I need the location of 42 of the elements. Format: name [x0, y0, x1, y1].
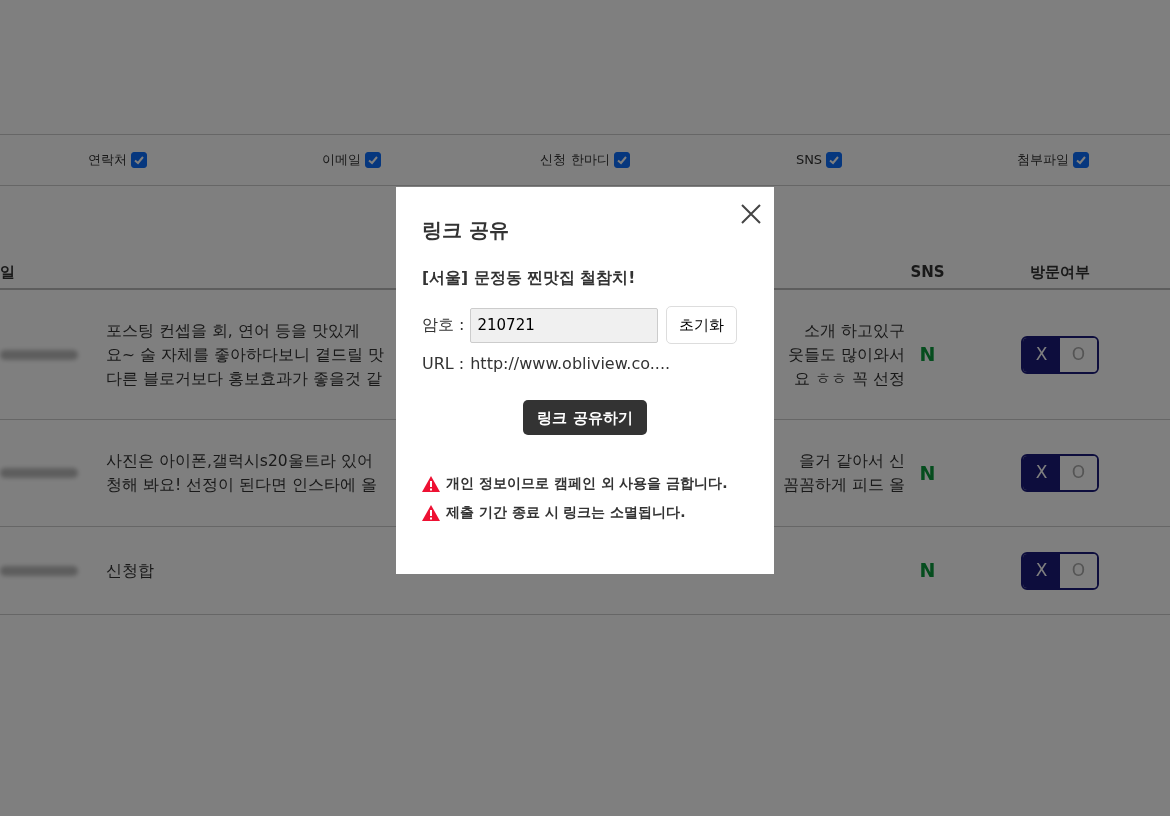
comment-text: 을거 같아서 신: [798, 451, 905, 472]
url-text: http://www.obliview.co....: [470, 353, 671, 376]
url-label: URL :: [422, 353, 465, 376]
warning-text: 제출 기간 종료 시 링크는 소멸됩니다.: [446, 503, 686, 523]
toggle-option[interactable]: X: [1023, 456, 1060, 490]
checkbox[interactable]: [826, 152, 843, 168]
comment-text: 요 ㅎㅎ 꼭 선정: [793, 368, 905, 390]
campaign-title: [서울] 문정동 찐맛집 철참치!: [422, 268, 637, 289]
filter-label: SNS: [795, 151, 823, 170]
checkbox[interactable]: [364, 152, 381, 168]
filter-label: 첨부파일: [1017, 151, 1069, 170]
comment-text: 소개 하고있구: [803, 320, 905, 342]
comment-text: 웃들도 많이와서: [788, 344, 905, 366]
column-header: SNS: [910, 262, 945, 281]
sns-icon: N: [919, 559, 936, 582]
comment-text: 사진은 아이폰,갤럭시s20울트라 있어: [106, 451, 374, 472]
reset-button[interactable]: 초기화: [666, 306, 738, 345]
filter-label: 이메일: [321, 151, 361, 170]
comment-text: 다른 블로거보다 홍보효과가 좋을것 같: [106, 368, 383, 390]
comment-text: 요~ 술 자체를 좋아하다보니 곁드릴 맛: [106, 344, 384, 366]
warning-icon: [422, 504, 440, 521]
toggle-option[interactable]: X: [1023, 553, 1060, 588]
password-label: 암호 :: [422, 314, 465, 337]
share-link-button[interactable]: 링크 공유하기: [523, 400, 647, 436]
column-header: 방문여부: [1030, 261, 1090, 283]
password-field[interactable]: 210721: [470, 307, 659, 343]
checkbox[interactable]: [130, 152, 147, 168]
warning-icon: [422, 475, 440, 492]
comment-text: 신청합: [106, 560, 154, 582]
sns-icon: N: [919, 343, 936, 366]
filter-label: 연락처: [87, 151, 127, 170]
comment-text: 포스팅 컨셉을 회, 연어 등을 맛있게: [106, 320, 361, 342]
toggle-option[interactable]: X: [1023, 337, 1060, 372]
filter-label: 신청 한마디: [540, 151, 610, 170]
comment-text: 청해 봐요! 선정이 된다면 인스타에 올: [106, 475, 377, 496]
checkbox[interactable]: [613, 152, 630, 168]
warning-text: 개인 정보이므로 캠페인 외 사용을 금합니다.: [446, 474, 728, 494]
sns-icon: N: [919, 461, 936, 484]
checkbox[interactable]: [1073, 152, 1089, 168]
column-header: 일: [0, 261, 15, 283]
dialog-title: 링크 공유: [422, 217, 510, 244]
comment-text: 꼼꼼하게 피드 올: [783, 475, 905, 496]
